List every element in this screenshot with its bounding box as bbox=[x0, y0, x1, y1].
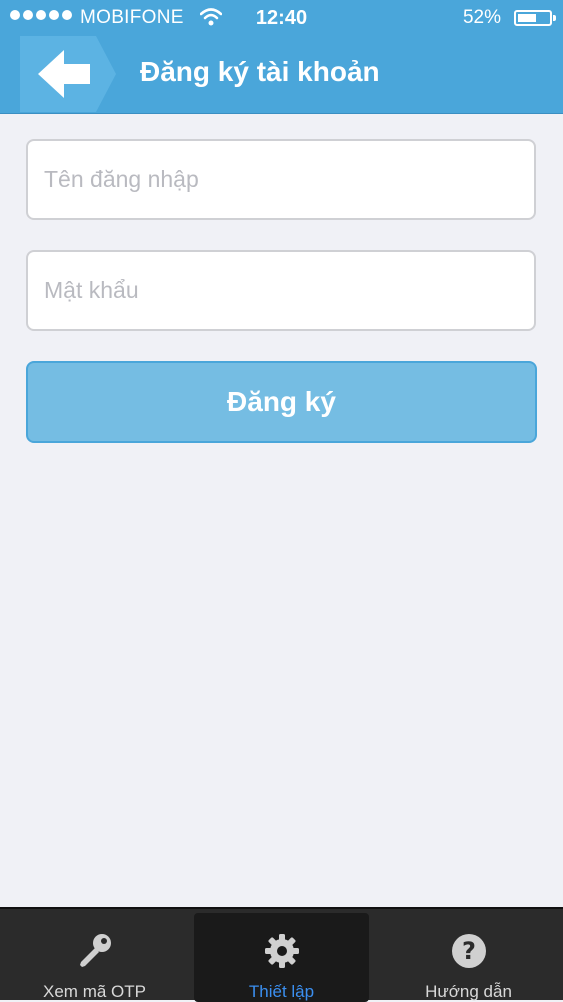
tab-settings[interactable]: Thiết lập bbox=[194, 913, 369, 1002]
back-button[interactable] bbox=[20, 36, 116, 112]
username-input[interactable] bbox=[28, 141, 534, 218]
password-field-container bbox=[26, 250, 536, 331]
page-title: Đăng ký tài khoản bbox=[140, 56, 380, 87]
gear-icon bbox=[264, 934, 299, 968]
battery-icon bbox=[514, 10, 556, 26]
battery-percent: 52% bbox=[462, 7, 501, 28]
nav-bar: Đăng ký tài khoản bbox=[0, 36, 563, 113]
username-field-container bbox=[26, 139, 536, 220]
password-input[interactable] bbox=[28, 252, 534, 329]
tab-view-otp[interactable]: Xem mã OTP bbox=[7, 913, 182, 1002]
question-icon: ? bbox=[451, 934, 486, 968]
tab-label: Xem mã OTP bbox=[43, 982, 146, 1001]
status-bar: MOBIFONE 12:40 52% bbox=[0, 0, 563, 36]
key-icon bbox=[79, 934, 111, 967]
tab-label: Thiết lập bbox=[248, 982, 315, 1001]
tab-help[interactable]: ? Hướng dẫn bbox=[381, 913, 556, 1002]
tab-label: Hướng dẫn bbox=[425, 982, 512, 1001]
register-button[interactable]: Đăng ký bbox=[26, 361, 537, 443]
top-bar: MOBIFONE 12:40 52% Đăng ký tài khoản bbox=[0, 0, 563, 114]
tab-bar: Xem mã OTP Thiết lập ? Hướng dẫn bbox=[0, 907, 563, 1002]
svg-text:?: ? bbox=[462, 937, 476, 965]
arrow-left-icon bbox=[20, 36, 116, 112]
